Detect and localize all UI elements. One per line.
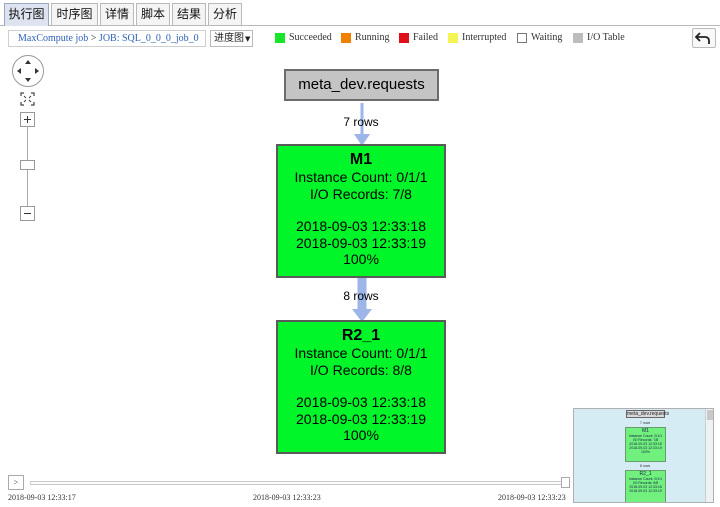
node-progress: 100% [343, 251, 379, 267]
minimap[interactable]: meta_dev.requests 7 rows M1 Instance Cou… [573, 408, 714, 503]
node-title: M1 [349, 151, 373, 168]
source-table-node[interactable]: meta_dev.requests [284, 69, 439, 101]
node-end-time: 2018-09-03 12:33:19 [296, 234, 426, 251]
node-instance-count: Instance Count: 0/1/1 [294, 345, 428, 361]
minimap-scrollbar-thumb[interactable] [707, 410, 713, 420]
task-node-r2-1[interactable]: R2_1 Instance Count: 0/1/1 I/O Records: … [276, 320, 446, 454]
minimap-edge-label: 8 rows [639, 464, 651, 468]
node-io-records: I/O Records: 8/8 [310, 361, 412, 378]
minimap-node-r2-1: R2_1 Instance Count: 0/1/1 I/O Records: … [625, 470, 666, 502]
timeline-tick: 2018-09-03 12:33:17 [8, 493, 76, 502]
minimap-node-m1: M1 Instance Count: 0/1/1 I/O Records: 7/… [625, 427, 666, 462]
node-io-records: I/O Records: 7/8 [310, 185, 412, 202]
minimap-node-progress: 100% [641, 450, 650, 454]
edge-label-2: 8 rows [343, 289, 379, 303]
minimap-node-end-time: 2018-09-03 12:33:19 [629, 489, 662, 493]
node-start-time: 2018-09-03 12:33:18 [296, 218, 426, 234]
node-progress: 100% [343, 427, 379, 443]
timeline-thumb[interactable] [561, 477, 570, 488]
edge-label-1: 7 rows [343, 115, 379, 129]
node-title: R2_1 [341, 327, 381, 344]
timeline-tick: 2018-09-03 12:33:23 [253, 493, 321, 502]
minimap-source-table: meta_dev.requests [626, 410, 670, 418]
node-start-time: 2018-09-03 12:33:18 [296, 394, 426, 410]
minimap-scrollbar[interactable] [705, 409, 713, 502]
timeline-track[interactable] [30, 481, 568, 485]
node-end-time: 2018-09-03 12:33:19 [296, 410, 426, 427]
task-node-m1[interactable]: M1 Instance Count: 0/1/1 I/O Records: 7/… [276, 144, 446, 278]
timeline-play-button[interactable]: > [8, 475, 24, 490]
timeline-tick: 2018-09-03 12:33:23 [498, 493, 566, 502]
minimap-edge-label: 7 rows [639, 421, 651, 425]
node-instance-count: Instance Count: 0/1/1 [294, 169, 428, 185]
